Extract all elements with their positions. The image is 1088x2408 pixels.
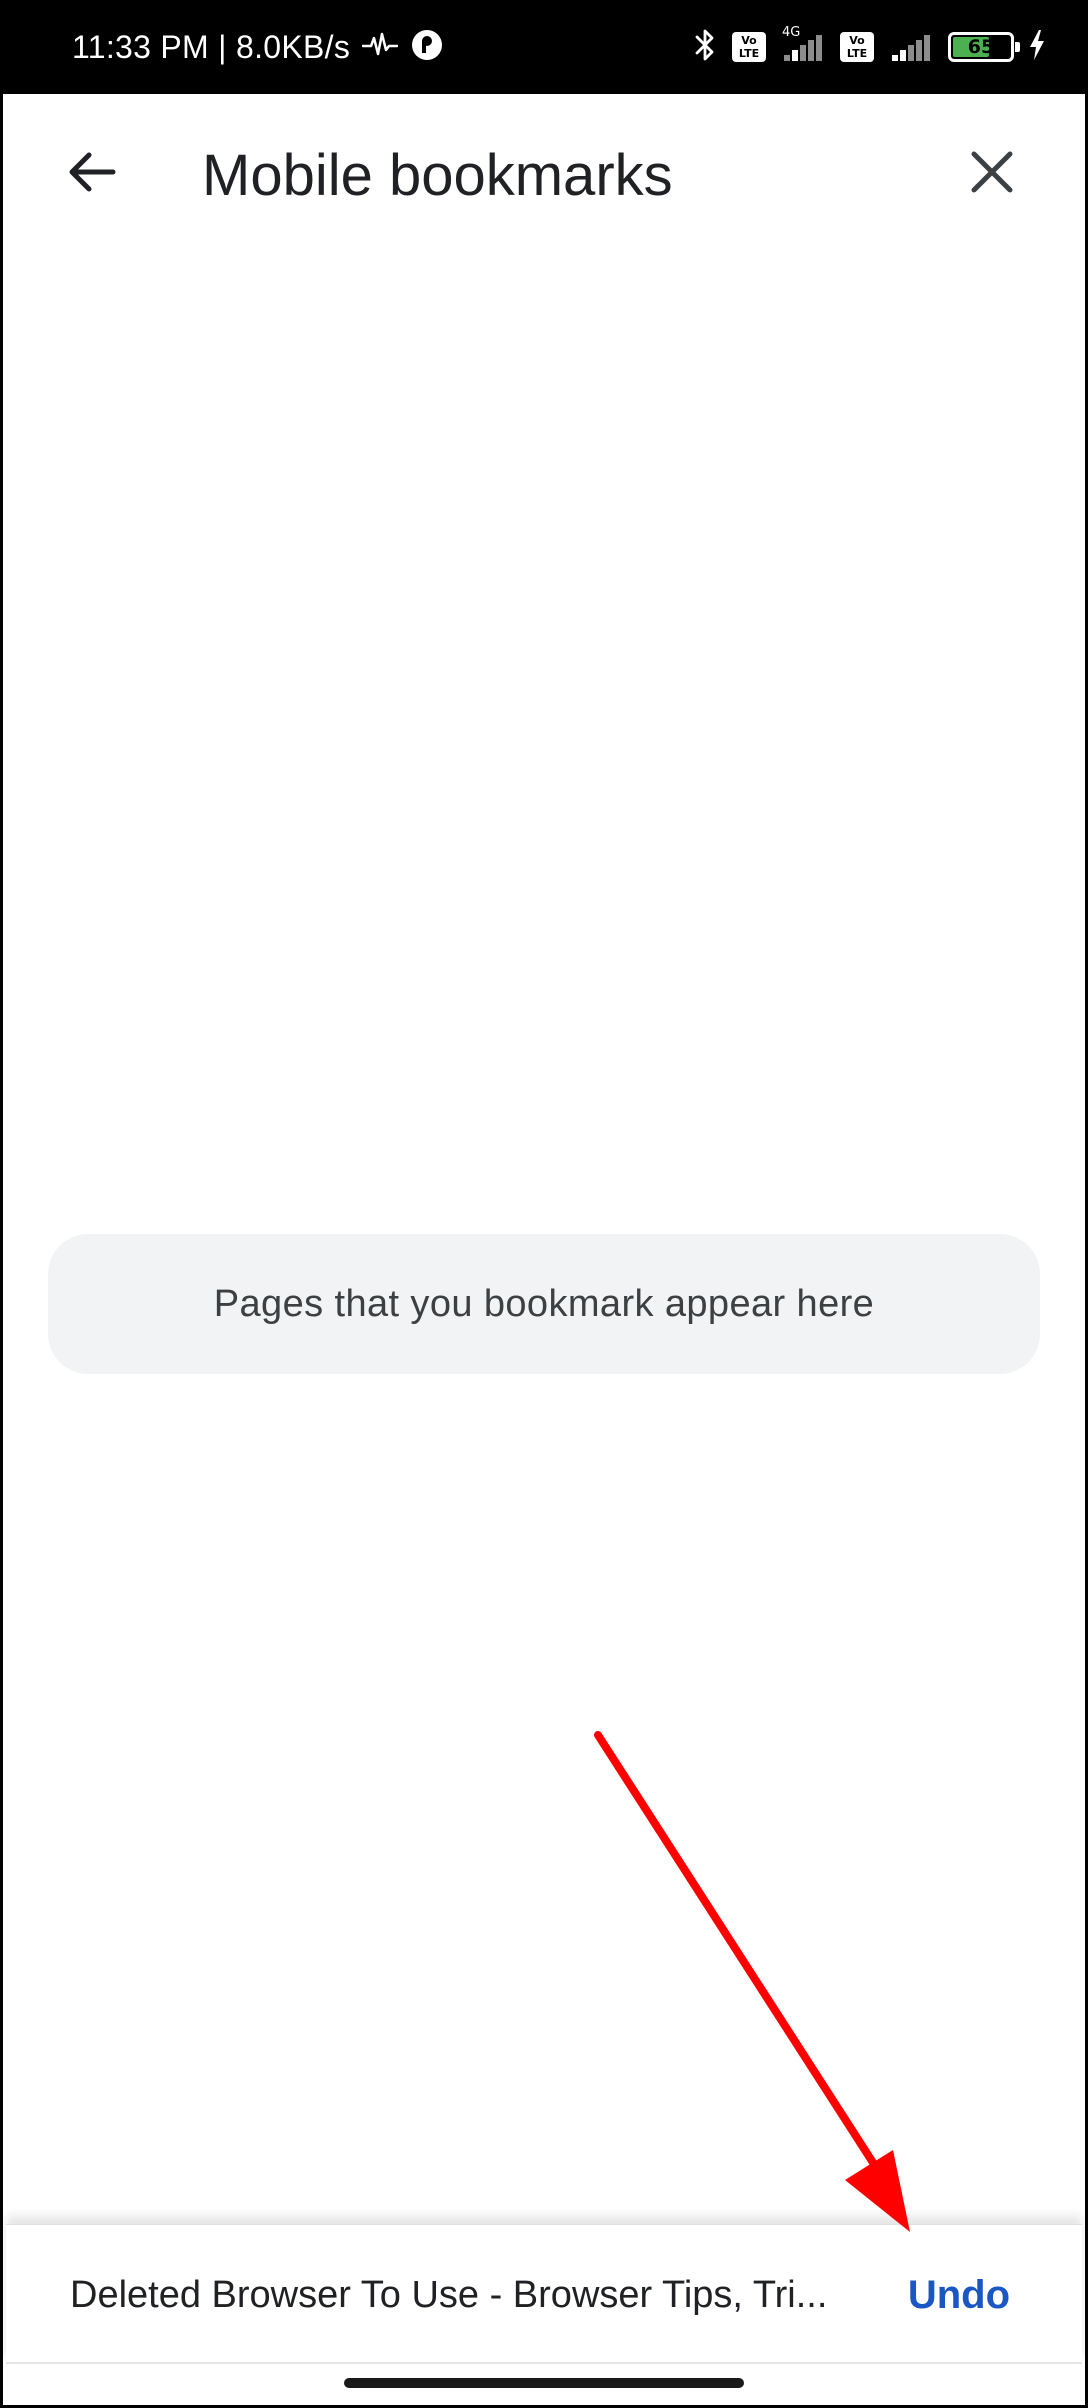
- app-bar: Mobile bookmarks: [0, 94, 1088, 254]
- arrow-back-icon: [65, 145, 119, 204]
- empty-state-card: Pages that you bookmark appear here: [48, 1234, 1040, 1374]
- screenshot-frame: [0, 0, 1088, 2408]
- battery-tip: [1015, 42, 1020, 52]
- app-notification-icon: [410, 28, 444, 67]
- snackbar-message: Deleted Browser To Use - Browser Tips, T…: [70, 2274, 828, 2316]
- charging-icon: [1028, 29, 1046, 66]
- pulse-icon: [361, 30, 399, 65]
- back-button[interactable]: [52, 134, 132, 214]
- battery-icon: 65: [948, 32, 1020, 62]
- annotation-arrow: [594, 1731, 910, 2232]
- undo-button[interactable]: Undo: [908, 2225, 1010, 2365]
- status-left: 11:33 PM | 8.0KB/s: [72, 0, 444, 94]
- close-icon: [968, 148, 1016, 201]
- signal-icon: [888, 29, 934, 65]
- bluetooth-icon: [692, 27, 718, 68]
- status-bar: 11:33 PM | 8.0KB/s Vo LTE 4G Vo LTE 65: [0, 0, 1088, 94]
- status-right: Vo LTE 4G Vo LTE 65: [692, 0, 1046, 94]
- close-button[interactable]: [952, 134, 1032, 214]
- gesture-nav-bar[interactable]: [344, 2378, 744, 2388]
- signal-icon: 4G: [780, 25, 826, 65]
- status-time-speed: 11:33 PM | 8.0KB/s: [72, 28, 351, 65]
- volte-icon: Vo LTE: [732, 32, 766, 62]
- network-type-label: 4G: [782, 25, 801, 40]
- volte-icon: Vo LTE: [840, 32, 874, 62]
- page-title: Mobile bookmarks: [202, 143, 673, 208]
- snackbar: Deleted Browser To Use - Browser Tips, T…: [6, 2224, 1082, 2364]
- battery-level: 65: [967, 36, 995, 58]
- empty-state-message: Pages that you bookmark appear here: [213, 1282, 875, 1325]
